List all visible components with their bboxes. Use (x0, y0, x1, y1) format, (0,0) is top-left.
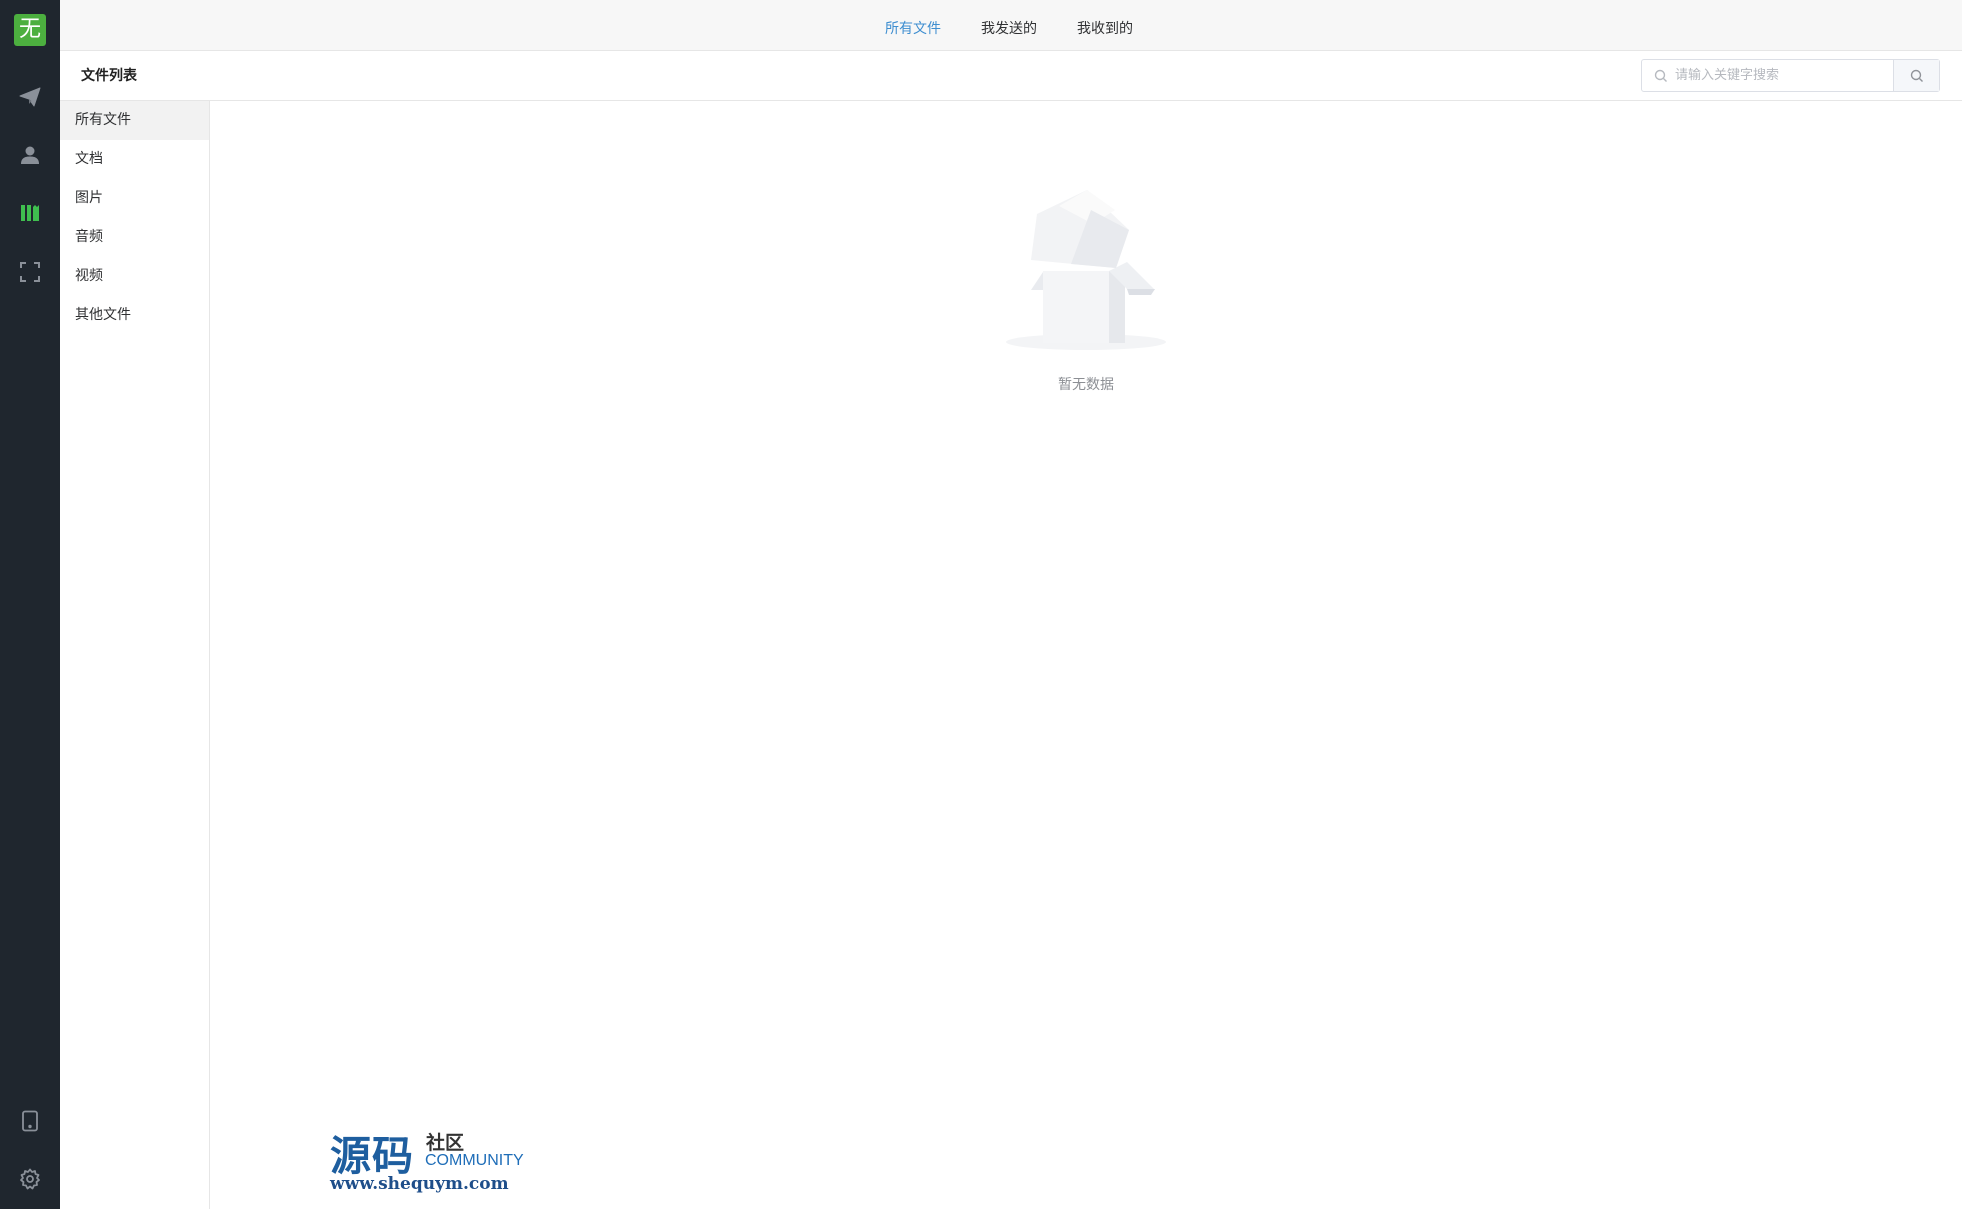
gear-icon[interactable] (15, 1164, 45, 1194)
category-all-files[interactable]: 所有文件 (60, 101, 209, 140)
search-input[interactable] (1668, 60, 1893, 91)
tab-sent[interactable]: 我发送的 (981, 0, 1037, 51)
watermark: 源码 社区 COMMUNITY www.shequym.com (330, 1122, 540, 1202)
category-other-files[interactable]: 其他文件 (60, 296, 209, 335)
page-title: 文件列表 (81, 68, 137, 84)
list-header: 文件列表 (60, 51, 1962, 101)
search-icon (1642, 60, 1668, 91)
empty-state-text: 暂无数据 (1058, 377, 1114, 393)
category-video[interactable]: 视频 (60, 257, 209, 296)
category-images[interactable]: 图片 (60, 179, 209, 218)
empty-state: 暂无数据 (210, 101, 1962, 394)
top-tab-bar: 所有文件 我发送的 我收到的 (60, 0, 1962, 51)
watermark-big-text: 源码 (330, 1132, 414, 1180)
send-icon[interactable] (15, 82, 45, 112)
search-button-icon (1910, 69, 1923, 82)
watermark-url: www.shequym.com (330, 1174, 509, 1194)
watermark-community-text: COMMUNITY (425, 1152, 524, 1169)
user-icon[interactable] (15, 140, 45, 170)
left-rail: 无 (0, 0, 60, 1209)
scan-icon[interactable] (15, 257, 45, 287)
search-button[interactable] (1893, 60, 1939, 91)
search-box (1641, 59, 1940, 92)
phone-icon[interactable] (15, 1106, 45, 1136)
app-logo[interactable]: 无 (14, 14, 46, 46)
watermark-small-text: 社区 (426, 1132, 465, 1154)
files-icon[interactable] (15, 198, 45, 228)
category-documents[interactable]: 文档 (60, 140, 209, 179)
category-sidebar: 所有文件 文档 图片 音频 视频 其他文件 (60, 101, 210, 1209)
tab-received[interactable]: 我收到的 (1077, 0, 1133, 51)
category-audio[interactable]: 音频 (60, 218, 209, 257)
app-window: 无 所有文件 我发送的 我收到的 文件列表 请输入关键字搜索 所有文件 文档 图… (0, 0, 1962, 1209)
tab-all-files[interactable]: 所有文件 (885, 0, 941, 51)
empty-box-icon (1006, 190, 1166, 350)
